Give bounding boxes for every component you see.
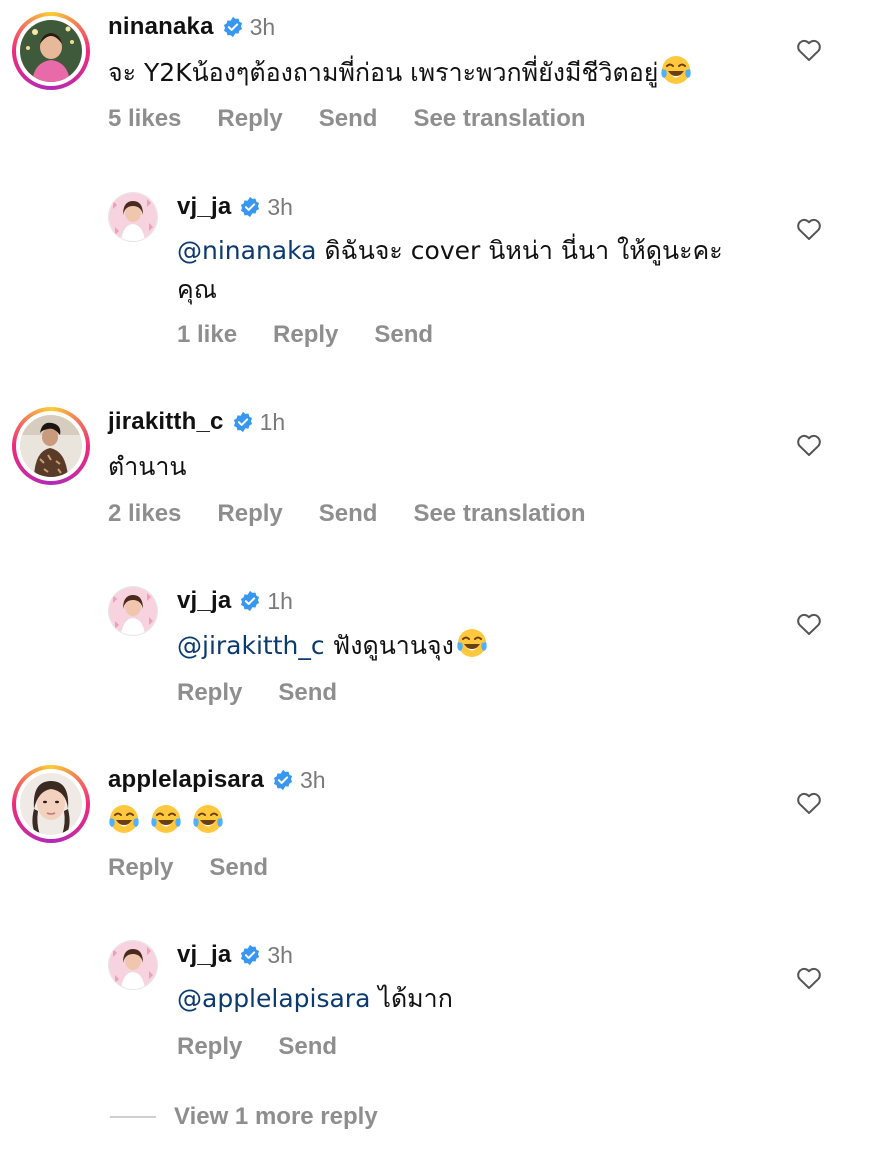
face-with-tears-of-joy-icon	[457, 629, 487, 657]
avatar-photo	[20, 20, 82, 82]
divider-line	[110, 1116, 156, 1118]
username[interactable]: vj_ja	[177, 193, 231, 221]
username[interactable]: vj_ja	[177, 941, 231, 969]
reply-button[interactable]: Reply	[108, 854, 173, 882]
comment-actions: Reply Send	[108, 854, 268, 882]
comment-text: @ninanaka ดิฉันจะ cover นิหน่า นี่นา ให้…	[177, 236, 723, 265]
comment-text: @jirakitth_c ฟังดูนานจุง	[177, 626, 488, 665]
comment-actions: Reply Send	[177, 1033, 337, 1061]
comment-actions: 1 like Reply Send	[177, 321, 433, 349]
view-more-replies-label: View 1 more reply	[174, 1103, 378, 1130]
likes-count[interactable]: 5 likes	[108, 105, 181, 133]
avatar-photo	[20, 415, 82, 477]
likes-count[interactable]: 2 likes	[108, 500, 181, 528]
timestamp: 3h	[249, 13, 276, 40]
username[interactable]: applelapisara	[108, 766, 264, 794]
face-with-tears-of-joy-icon	[109, 805, 139, 833]
face-with-tears-of-joy-icon	[193, 805, 223, 833]
comment-text: จะ Y2Kน้องๆต้องถามพี่ก่อน เพราะพวกพี่ยัง…	[108, 53, 692, 92]
timestamp: 3h	[267, 193, 293, 220]
avatar-photo	[109, 193, 157, 241]
avatar[interactable]	[108, 940, 158, 990]
send-button[interactable]: Send	[278, 679, 337, 707]
timestamp: 1h	[259, 408, 286, 435]
heart-icon[interactable]	[796, 966, 822, 990]
verified-badge-icon	[241, 196, 260, 218]
verified-badge-icon	[273, 769, 293, 791]
username[interactable]: jirakitth_c	[108, 408, 224, 436]
verified-badge-icon	[223, 16, 242, 38]
face-with-tears-of-joy-icon	[661, 56, 692, 84]
avatar-photo	[20, 773, 82, 835]
comment-text	[108, 802, 224, 841]
see-translation-button[interactable]: See translation	[413, 500, 585, 528]
avatar[interactable]	[12, 765, 90, 843]
face-with-tears-of-joy-icon	[151, 805, 181, 833]
heart-icon[interactable]	[796, 433, 822, 457]
heart-icon[interactable]	[796, 791, 822, 815]
heart-icon[interactable]	[796, 612, 822, 636]
verified-badge-icon	[241, 590, 260, 612]
reply-button[interactable]: Reply	[177, 1033, 242, 1061]
comment-actions: 2 likes Reply Send See translation	[108, 500, 586, 528]
timestamp: 3h	[300, 766, 326, 793]
mention-link[interactable]: @ninanaka	[177, 236, 316, 265]
send-button[interactable]: Send	[278, 1033, 337, 1061]
send-button[interactable]: Send	[319, 105, 378, 133]
timestamp: 3h	[267, 941, 293, 968]
heart-icon[interactable]	[796, 217, 822, 241]
avatar[interactable]	[108, 192, 158, 242]
comment-text-continued: คุณ	[177, 275, 217, 304]
likes-count[interactable]: 1 like	[177, 321, 237, 349]
send-button[interactable]: Send	[374, 321, 433, 349]
reply-button[interactable]: Reply	[177, 679, 242, 707]
heart-icon[interactable]	[796, 38, 822, 62]
timestamp: 1h	[267, 587, 293, 614]
avatar-photo	[109, 941, 157, 989]
comment-text: @applelapisara ได้มาก	[177, 984, 453, 1013]
view-more-replies-button[interactable]: View 1 more reply	[110, 1103, 378, 1131]
avatar[interactable]	[12, 407, 90, 485]
verified-badge-icon	[233, 411, 252, 433]
reply-button[interactable]: Reply	[273, 321, 338, 349]
send-button[interactable]: Send	[209, 854, 268, 882]
avatar[interactable]	[108, 586, 158, 636]
username[interactable]: ninanaka	[108, 13, 214, 41]
mention-link[interactable]: @applelapisara	[177, 984, 370, 1013]
comment-actions: 5 likes Reply Send See translation	[108, 105, 586, 133]
see-translation-button[interactable]: See translation	[413, 105, 585, 133]
reply-button[interactable]: Reply	[217, 500, 282, 528]
send-button[interactable]: Send	[319, 500, 378, 528]
comment-actions: Reply Send	[177, 679, 337, 707]
username[interactable]: vj_ja	[177, 587, 231, 615]
mention-link[interactable]: @jirakitth_c	[177, 631, 325, 660]
reply-button[interactable]: Reply	[217, 105, 282, 133]
comment-text: ตำนาน	[108, 452, 187, 481]
avatar[interactable]	[12, 12, 90, 90]
comments-thread: ninanaka 3h จะ Y2Kน้องๆต้องถามพี่ก่อน เพ…	[0, 0, 870, 1158]
verified-badge-icon	[241, 944, 260, 966]
avatar-photo	[109, 587, 157, 635]
